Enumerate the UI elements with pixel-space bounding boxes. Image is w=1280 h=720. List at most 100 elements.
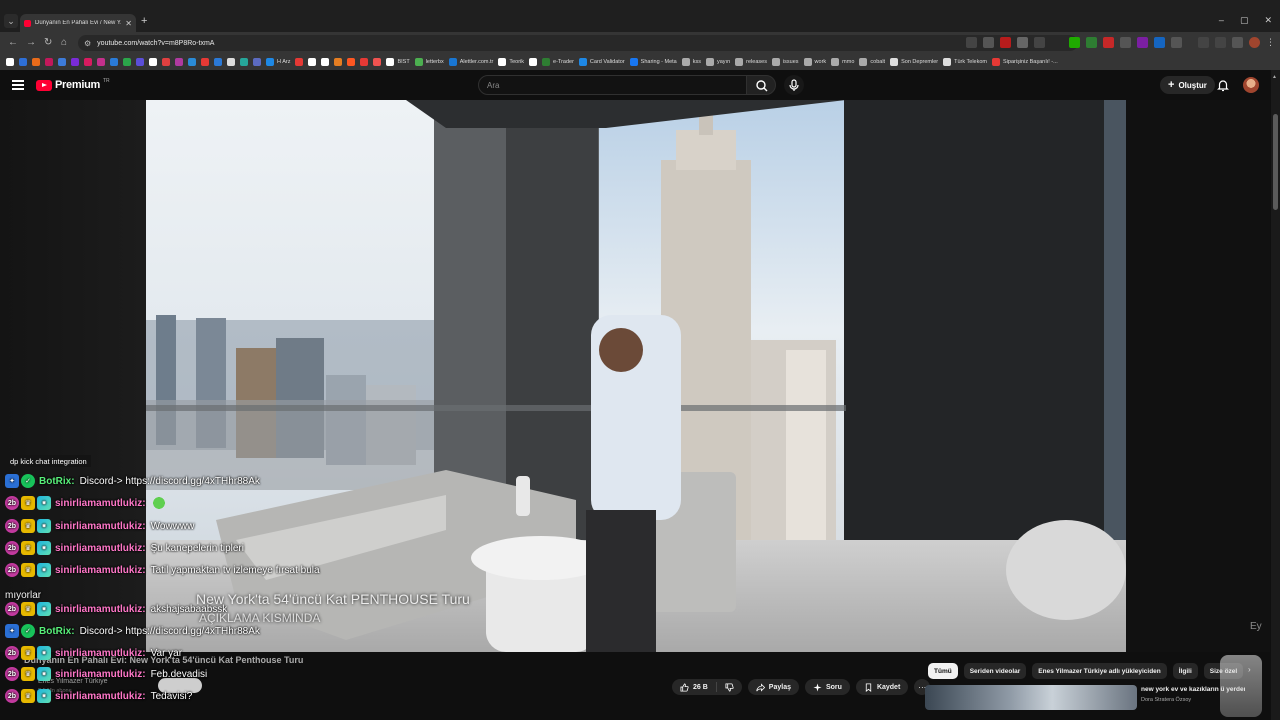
bookmark-item[interactable]: Türk Telekom [943,58,987,66]
bookmark-item[interactable] [334,58,343,66]
extension-icon[interactable] [1137,37,1148,48]
bookmark-item[interactable] [240,58,248,66]
bookmark-item[interactable] [188,58,196,66]
ask-button[interactable]: Soru [804,679,850,695]
browser-tab-active[interactable]: Dünyanın En Pahalı Evi / New Y... ✕ [20,14,136,32]
sidebar-icon[interactable] [1198,37,1209,48]
kebab-menu-icon[interactable]: ⋮ [1266,37,1277,48]
chat-username[interactable]: sinirliamamutlukiz: [55,565,146,576]
chat-username[interactable]: BotRix: [39,476,75,487]
create-button[interactable]: + Oluştur [1160,76,1215,94]
bookmark-item[interactable] [149,58,157,66]
profile-avatar-icon[interactable] [1249,37,1260,48]
bookmark-item[interactable] [175,58,183,66]
install-icon[interactable] [966,37,977,48]
home-icon[interactable]: ⌂ [61,37,67,48]
extension-icon[interactable] [1086,37,1097,48]
bookmark-item[interactable]: H Arz [266,58,290,66]
minimize-button[interactable]: – [1219,15,1224,26]
bookmark-item[interactable] [110,58,118,66]
bookmark-item[interactable]: releases [735,58,767,66]
bookmark-item[interactable]: e-Trader [542,58,574,66]
bookmark-item[interactable] [84,58,92,66]
extension-icon[interactable] [1017,37,1028,48]
bookmark-item[interactable]: yayın [706,58,730,66]
extensions-puzzle-icon[interactable] [1171,37,1182,48]
extension-icon[interactable] [1000,37,1011,48]
bookmark-item[interactable] [19,58,27,66]
notifications-bell-icon[interactable] [1216,78,1230,92]
reload-icon[interactable]: ↻ [44,37,52,48]
user-avatar[interactable] [1243,77,1259,93]
bookmark-item[interactable] [295,58,304,66]
bookmark-item[interactable]: mmo [831,58,854,66]
like-button[interactable]: 26 B [672,679,716,695]
bookmark-item[interactable] [227,58,235,66]
site-info-icon[interactable]: ⚙ [84,39,91,48]
recommendation-thumbnail[interactable] [925,685,1137,710]
search-input[interactable] [487,80,747,90]
extension-icon[interactable] [1154,37,1165,48]
bookmark-item[interactable] [360,58,369,66]
share-button[interactable]: Paylaş [747,679,799,695]
chat-username[interactable]: sinirliamamutlukiz: [55,604,146,615]
bookmark-item[interactable] [373,58,382,66]
filter-chip[interactable]: Seriden videolar [963,663,1027,679]
bookmark-item[interactable] [45,58,53,66]
bookmark-item[interactable] [308,58,317,66]
extension-icon[interactable] [1232,37,1243,48]
chat-username[interactable]: sinirliamamutlukiz: [55,543,146,554]
bookmark-item[interactable]: BIST [386,58,410,66]
tab-close-icon[interactable]: ✕ [125,19,132,28]
new-tab-button[interactable]: + [141,15,147,27]
filter-chip[interactable]: Enes Yilmazer Türkiye adlı yükleyiciden [1032,663,1167,679]
extension-icon[interactable] [1034,37,1045,48]
youtube-premium-logo[interactable]: Premium TR [36,78,110,91]
bookmark-item[interactable] [347,58,356,66]
forward-arrow-icon[interactable]: → [26,37,36,48]
extension-icon[interactable] [1069,37,1080,48]
bookmark-item[interactable]: letterbx [414,58,444,66]
bookmark-item[interactable]: issues [771,58,799,66]
save-button[interactable]: Kaydet [855,679,909,695]
chat-username[interactable]: sinirliamamutlukiz: [55,669,146,680]
bookmark-item[interactable] [253,58,261,66]
bookmark-item[interactable] [58,58,66,66]
bookmark-item[interactable]: Card Validator [578,58,625,66]
search-button[interactable] [746,75,776,95]
chat-username[interactable]: sinirliamamutlukiz: [55,648,146,659]
bookmark-item[interactable] [71,58,79,66]
bookmark-item[interactable]: work [803,58,826,66]
hamburger-menu-icon[interactable] [12,80,24,90]
back-arrow-icon[interactable]: ← [8,37,18,48]
bookmark-item[interactable]: Son Depremler [890,58,938,66]
bookmark-item[interactable]: Teorik [498,58,524,66]
chat-username[interactable]: BotRix: [39,626,75,637]
bookmark-item[interactable] [136,58,144,66]
bookmark-item[interactable]: kss [681,58,701,66]
voice-search-button[interactable] [784,75,804,95]
close-window-button[interactable]: ✕ [1264,15,1272,26]
bookmark-star-icon[interactable] [983,37,994,48]
channel-watermark[interactable]: Ey [1250,621,1262,632]
bookmark-item[interactable] [97,58,105,66]
address-bar[interactable]: ⚙ youtube.com/watch?v=m8P8Ro-txmA [78,35,1078,51]
recommendation-channel[interactable]: Dora Stratera Özsoy [1141,697,1191,703]
bookmark-item[interactable]: cobalt [859,58,885,66]
bookmark-item[interactable] [162,58,170,66]
bookmark-item[interactable]: Sharing - Meta [629,58,677,66]
extension-icon[interactable] [1120,37,1131,48]
bookmark-item[interactable] [214,58,222,66]
bookmark-item[interactable]: Siparişiniz Başarılı! -... [992,58,1058,66]
bookmark-item[interactable] [123,58,131,66]
bookmark-item[interactable] [201,58,209,66]
scrollbar-thumb[interactable] [1273,114,1278,210]
page-scrollbar[interactable]: ▲ [1271,70,1280,720]
chat-username[interactable]: sinirliamamutlukiz: [55,498,146,509]
scroll-up-arrow-icon[interactable]: ▲ [1272,74,1277,80]
maximize-button[interactable]: ▢ [1240,15,1249,26]
bookmark-item[interactable]: Alettler.com.tr [448,58,493,66]
chat-username[interactable]: sinirliamamutlukiz: [55,691,146,702]
bookmark-item[interactable] [32,58,40,66]
filter-chip[interactable]: Tümü [928,663,958,679]
